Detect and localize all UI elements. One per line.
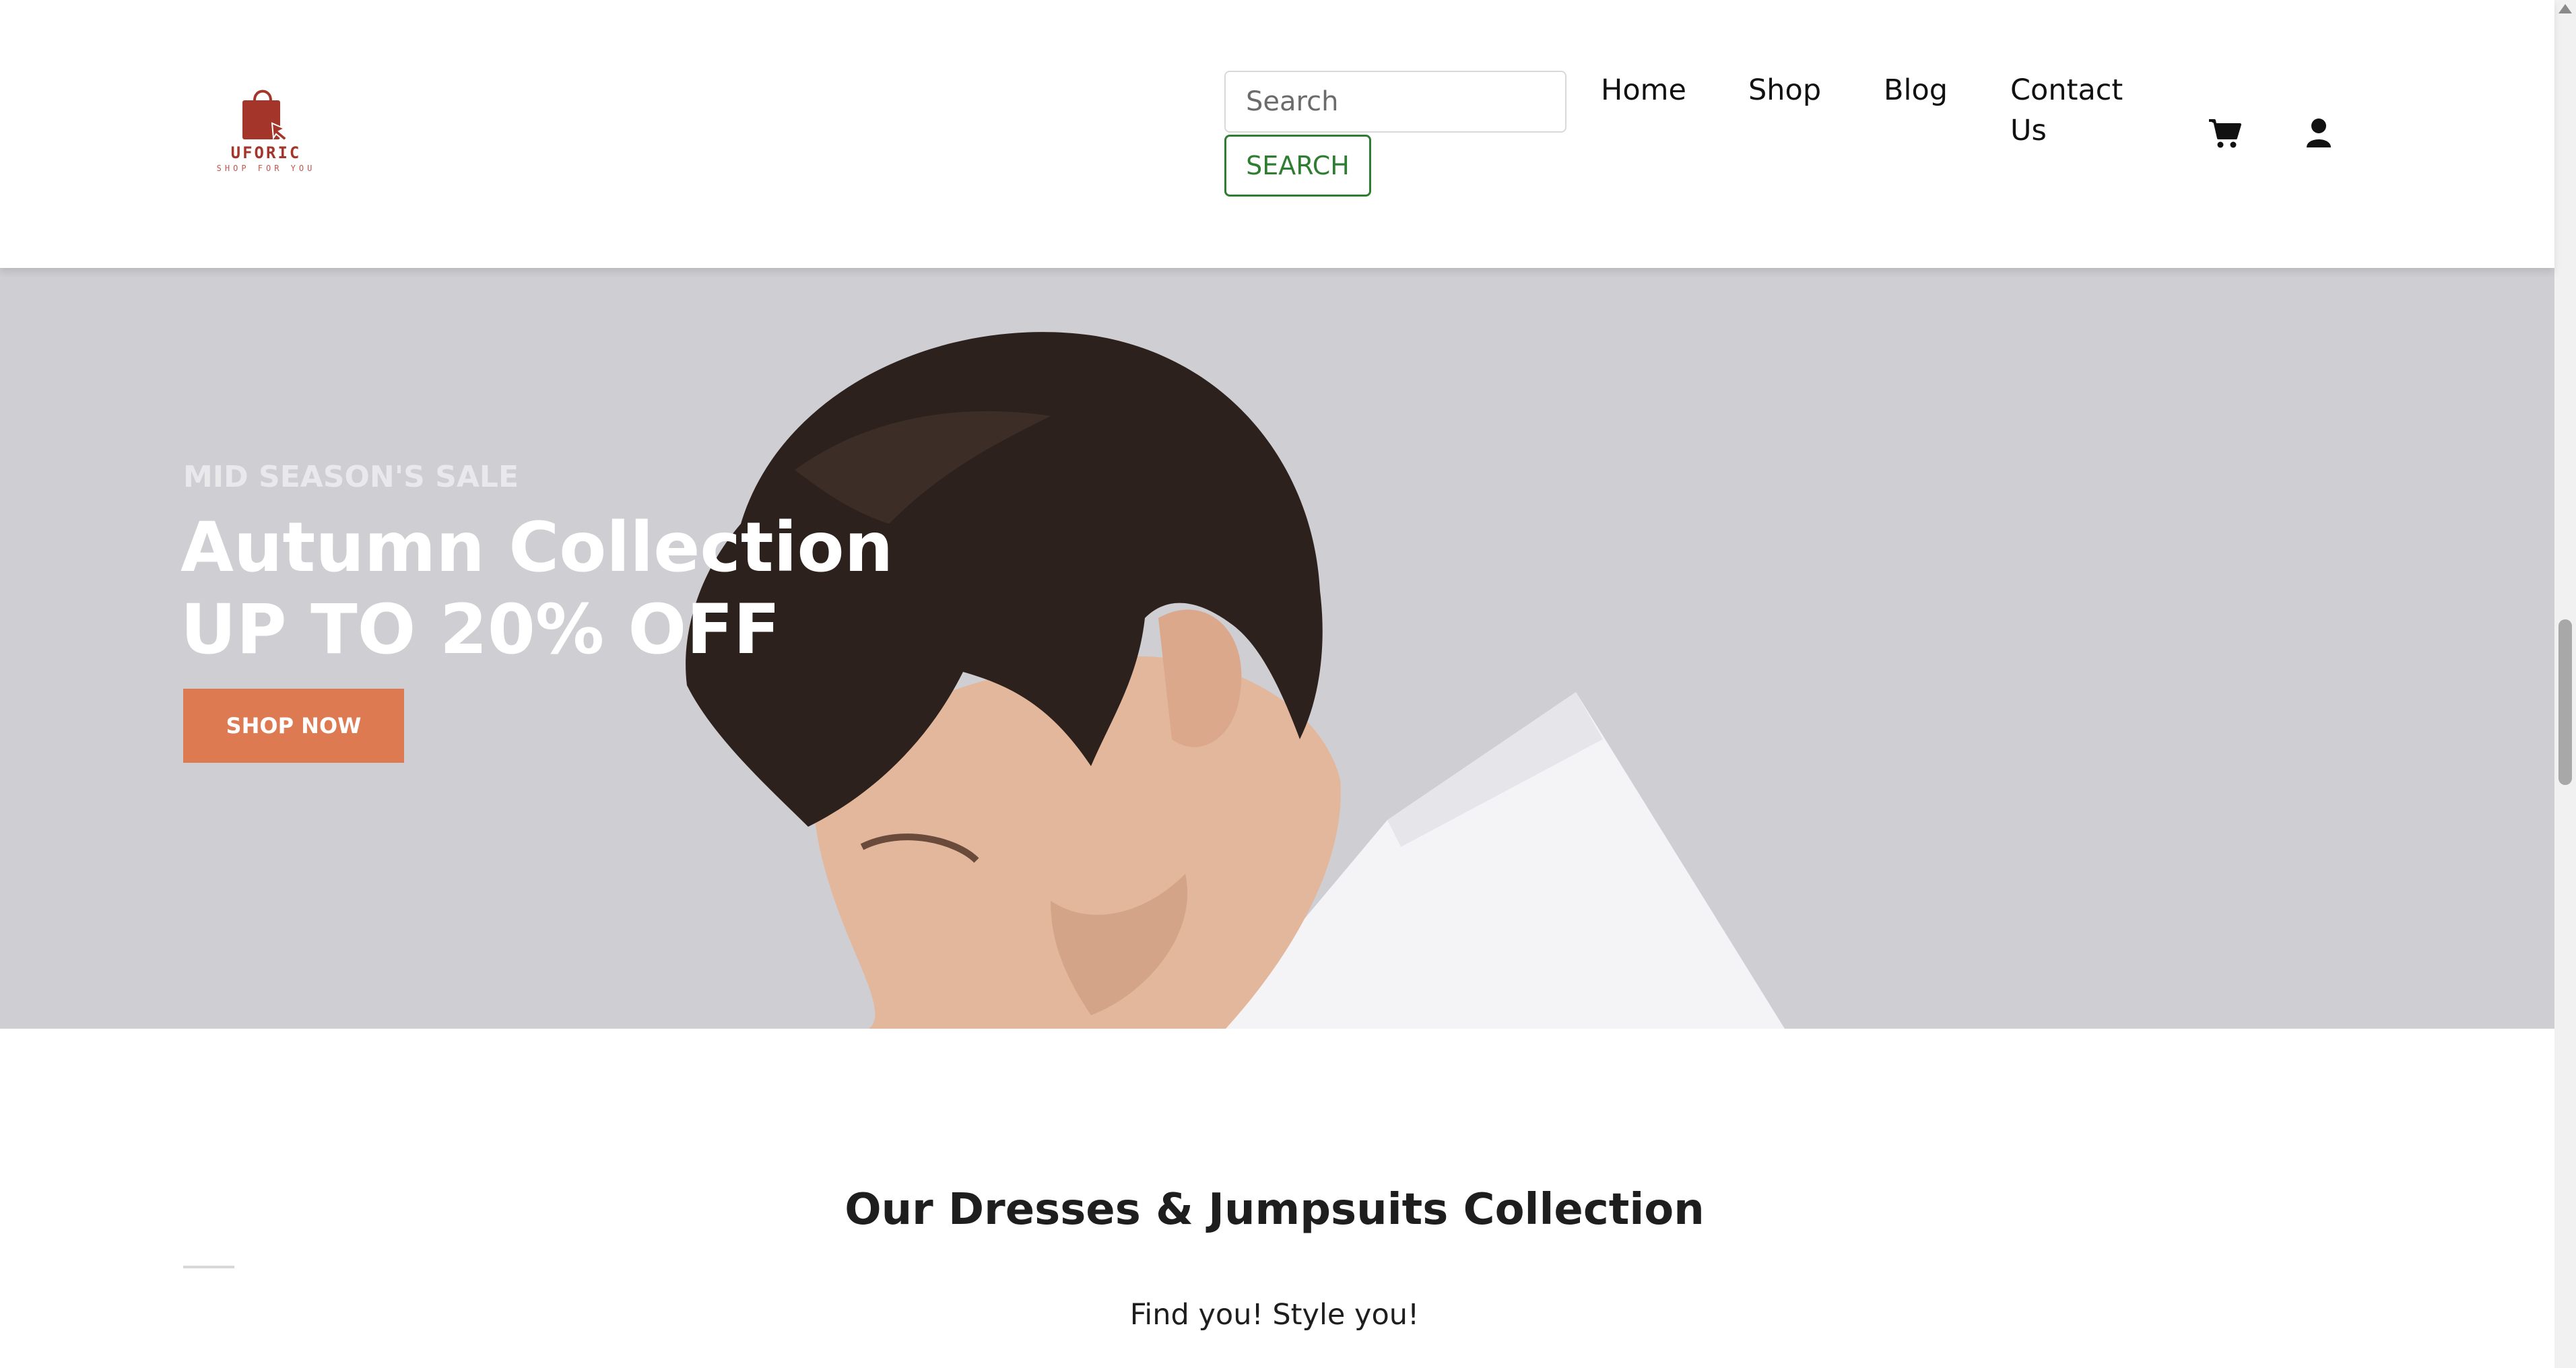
nav-home[interactable]: Home xyxy=(1601,70,1686,110)
hero-banner: MID SEASON'S SALE Autumn Collection UP T… xyxy=(0,268,2554,1029)
cart-icon xyxy=(2209,119,2241,148)
collection-title: Our Dresses & Jumpsuits Collection xyxy=(845,1185,1705,1235)
logo-brand-text: UFORIC xyxy=(230,143,302,162)
collection-subtitle: Find you! Style you! xyxy=(1129,1298,1420,1332)
logo-tagline: SHOP FOR YOU xyxy=(216,164,316,173)
search-button[interactable]: SEARCH xyxy=(1224,135,1371,197)
scrollbar-thumb[interactable] xyxy=(2558,619,2572,785)
nav-contact-us[interactable]: Contact Us xyxy=(2010,70,2145,151)
hero-kicker: MID SEASON'S SALE xyxy=(183,460,519,494)
user-icon xyxy=(2307,118,2331,147)
hero-title: Autumn Collection UP TO 20% OFF xyxy=(180,507,893,671)
nav-shop[interactable]: Shop xyxy=(1748,70,1821,110)
nav-blog[interactable]: Blog xyxy=(1884,70,1948,110)
hero-title-line2: UP TO 20% OFF xyxy=(180,590,781,670)
hero-title-line1: Autumn Collection xyxy=(180,508,894,588)
shop-now-button[interactable]: SHOP NOW xyxy=(183,689,404,763)
site-header: UFORIC SHOP FOR YOU SEARCH Home Shop Blo… xyxy=(0,0,2554,268)
page-scrollbar[interactable] xyxy=(2554,0,2576,1368)
scroll-up-arrow-icon[interactable] xyxy=(2558,4,2572,13)
account-button[interactable] xyxy=(2299,113,2339,153)
search-input[interactable] xyxy=(1224,71,1566,133)
shopping-bag-logo-icon xyxy=(242,90,288,142)
cart-button[interactable] xyxy=(2204,113,2245,153)
site-logo[interactable]: UFORIC SHOP FOR YOU xyxy=(209,84,323,185)
section-divider xyxy=(183,1266,234,1268)
